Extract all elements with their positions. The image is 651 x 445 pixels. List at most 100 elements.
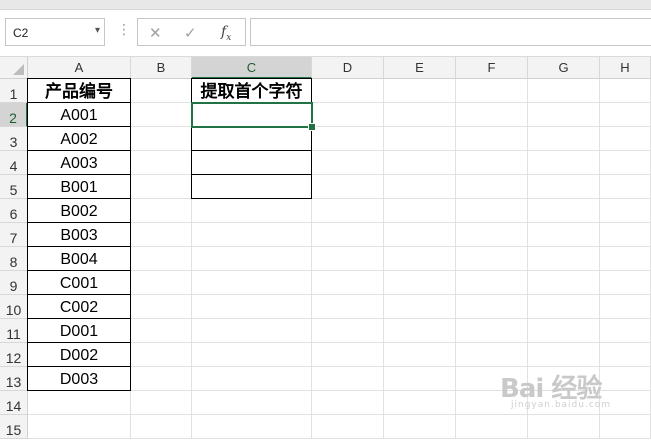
cell-e13[interactable]	[384, 367, 456, 391]
cell-c10[interactable]	[192, 295, 312, 319]
cell-h6[interactable]	[600, 199, 651, 223]
cell-h3[interactable]	[600, 127, 651, 151]
cell-d7[interactable]	[312, 223, 384, 247]
cell-b1[interactable]	[131, 79, 192, 103]
column-header-e[interactable]: E	[384, 57, 456, 79]
cell-b2[interactable]	[131, 103, 192, 127]
cell-a13[interactable]: D003	[28, 367, 131, 391]
cell-b15[interactable]	[131, 415, 192, 439]
cell-e15[interactable]	[384, 415, 456, 439]
cell-h10[interactable]	[600, 295, 651, 319]
cell-a2[interactable]: A001	[28, 103, 131, 127]
row-header-12[interactable]: 12	[0, 343, 28, 367]
cell-f1[interactable]	[456, 79, 528, 103]
select-all-corner[interactable]	[0, 57, 28, 79]
cell-c2[interactable]	[192, 103, 312, 127]
cell-f15[interactable]	[456, 415, 528, 439]
cell-f10[interactable]	[456, 295, 528, 319]
cell-d15[interactable]	[312, 415, 384, 439]
row-header-11[interactable]: 11	[0, 319, 28, 343]
cell-d4[interactable]	[312, 151, 384, 175]
more-vertical-icon[interactable]: ⋮	[117, 23, 131, 37]
cell-h4[interactable]	[600, 151, 651, 175]
cell-g9[interactable]	[528, 271, 600, 295]
row-header-3[interactable]: 3	[0, 127, 28, 151]
cell-e5[interactable]	[384, 175, 456, 199]
cell-g15[interactable]	[528, 415, 600, 439]
cell-a11[interactable]: D001	[28, 319, 131, 343]
cell-f2[interactable]	[456, 103, 528, 127]
row-header-2[interactable]: 2	[0, 103, 28, 127]
cell-e11[interactable]	[384, 319, 456, 343]
fill-handle[interactable]	[308, 123, 316, 131]
cell-c1[interactable]: 提取首个字符	[192, 79, 312, 103]
cell-c11[interactable]	[192, 319, 312, 343]
cell-c5[interactable]	[192, 175, 312, 199]
row-header-9[interactable]: 9	[0, 271, 28, 295]
column-header-a[interactable]: A	[28, 57, 131, 79]
cell-d9[interactable]	[312, 271, 384, 295]
cell-h12[interactable]	[600, 343, 651, 367]
column-header-h[interactable]: H	[600, 57, 651, 79]
cell-d2[interactable]	[312, 103, 384, 127]
row-header-7[interactable]: 7	[0, 223, 28, 247]
cell-h8[interactable]	[600, 247, 651, 271]
cell-d6[interactable]	[312, 199, 384, 223]
cell-a7[interactable]: B003	[28, 223, 131, 247]
cell-a5[interactable]: B001	[28, 175, 131, 199]
formula-input[interactable]	[250, 18, 651, 46]
cell-h1[interactable]	[600, 79, 651, 103]
cell-a15[interactable]	[28, 415, 131, 439]
cell-d13[interactable]	[312, 367, 384, 391]
chevron-down-icon[interactable]: ▾	[95, 25, 100, 36]
cell-f3[interactable]	[456, 127, 528, 151]
cell-a12[interactable]: D002	[28, 343, 131, 367]
cell-e1[interactable]	[384, 79, 456, 103]
column-header-b[interactable]: B	[131, 57, 192, 79]
cell-e4[interactable]	[384, 151, 456, 175]
cell-b14[interactable]	[131, 391, 192, 415]
cell-c4[interactable]	[192, 151, 312, 175]
cell-c15[interactable]	[192, 415, 312, 439]
cell-b10[interactable]	[131, 295, 192, 319]
cell-a9[interactable]: C001	[28, 271, 131, 295]
cell-e2[interactable]	[384, 103, 456, 127]
cell-e8[interactable]	[384, 247, 456, 271]
cell-h13[interactable]	[600, 367, 651, 391]
cell-e3[interactable]	[384, 127, 456, 151]
cell-a4[interactable]: A003	[28, 151, 131, 175]
cell-f5[interactable]	[456, 175, 528, 199]
name-box[interactable]: C2 ▾	[5, 18, 105, 46]
column-header-d[interactable]: D	[312, 57, 384, 79]
column-header-g[interactable]: G	[528, 57, 600, 79]
cell-e14[interactable]	[384, 391, 456, 415]
row-header-13[interactable]: 13	[0, 367, 28, 391]
cell-h9[interactable]	[600, 271, 651, 295]
cell-a8[interactable]: B004	[28, 247, 131, 271]
cell-f4[interactable]	[456, 151, 528, 175]
cell-d8[interactable]	[312, 247, 384, 271]
cell-h7[interactable]	[600, 223, 651, 247]
cell-c7[interactable]	[192, 223, 312, 247]
cell-g12[interactable]	[528, 343, 600, 367]
cell-d5[interactable]	[312, 175, 384, 199]
row-header-14[interactable]: 14	[0, 391, 28, 415]
cell-c12[interactable]	[192, 343, 312, 367]
cell-e6[interactable]	[384, 199, 456, 223]
cell-b13[interactable]	[131, 367, 192, 391]
cell-c13[interactable]	[192, 367, 312, 391]
cell-a3[interactable]: A002	[28, 127, 131, 151]
row-header-4[interactable]: 4	[0, 151, 28, 175]
cell-b9[interactable]	[131, 271, 192, 295]
cell-g5[interactable]	[528, 175, 600, 199]
cell-g1[interactable]	[528, 79, 600, 103]
cell-e12[interactable]	[384, 343, 456, 367]
cell-b4[interactable]	[131, 151, 192, 175]
cell-b7[interactable]	[131, 223, 192, 247]
cell-g11[interactable]	[528, 319, 600, 343]
cell-h5[interactable]	[600, 175, 651, 199]
cell-g4[interactable]	[528, 151, 600, 175]
cell-f6[interactable]	[456, 199, 528, 223]
close-icon[interactable]: ✕	[149, 24, 162, 42]
row-header-8[interactable]: 8	[0, 247, 28, 271]
